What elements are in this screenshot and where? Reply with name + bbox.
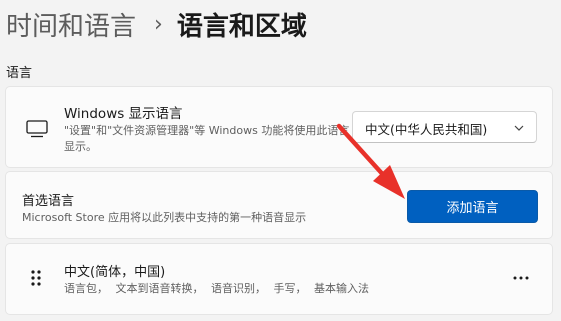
more-options-button[interactable] — [506, 264, 536, 292]
language-list-item[interactable]: 中文(简体，中国) 语言包， 文本到语音转换， 语音识别， 手写， 基本输入法 — [5, 243, 553, 315]
display-language-description: "设置"和"文件资源管理器"等 Windows 功能将使用此语言显示。 — [64, 124, 350, 153]
preferred-languages-title: 首选语言 — [22, 194, 75, 209]
display-language-selected-value: 中文(中华人民共和国) — [365, 122, 488, 137]
breadcrumb: 时间和语言 › 语言和区域 — [6, 4, 307, 44]
display-language-select[interactable]: 中文(中华人民共和国) — [352, 111, 537, 143]
display-language-card: Windows 显示语言 "设置"和"文件资源管理器"等 Windows 功能将… — [5, 86, 553, 168]
more-horizontal-icon — [513, 276, 529, 280]
breadcrumb-separator: › — [154, 11, 163, 37]
display-language-title: Windows 显示语言 — [64, 106, 183, 122]
preferred-languages-description: Microsoft Store 应用将以此列表中支持的第一种语音显示 — [22, 211, 307, 224]
language-features: 语言包， 文本到语音转换， 语音识别， 手写， 基本输入法 — [64, 282, 369, 295]
page-title: 语言和区域 — [176, 11, 307, 42]
monitor-icon — [26, 120, 48, 138]
language-name: 中文(简体，中国) — [64, 265, 166, 280]
preferred-languages-card: 首选语言 Microsoft Store 应用将以此列表中支持的第一种语音显示 … — [5, 171, 553, 239]
section-title-language: 语言 — [6, 66, 33, 81]
chevron-down-icon — [514, 125, 524, 131]
breadcrumb-parent-link[interactable]: 时间和语言 — [6, 6, 136, 43]
drag-handle-icon[interactable] — [30, 269, 42, 287]
add-language-button[interactable]: 添加语言 — [407, 190, 538, 223]
